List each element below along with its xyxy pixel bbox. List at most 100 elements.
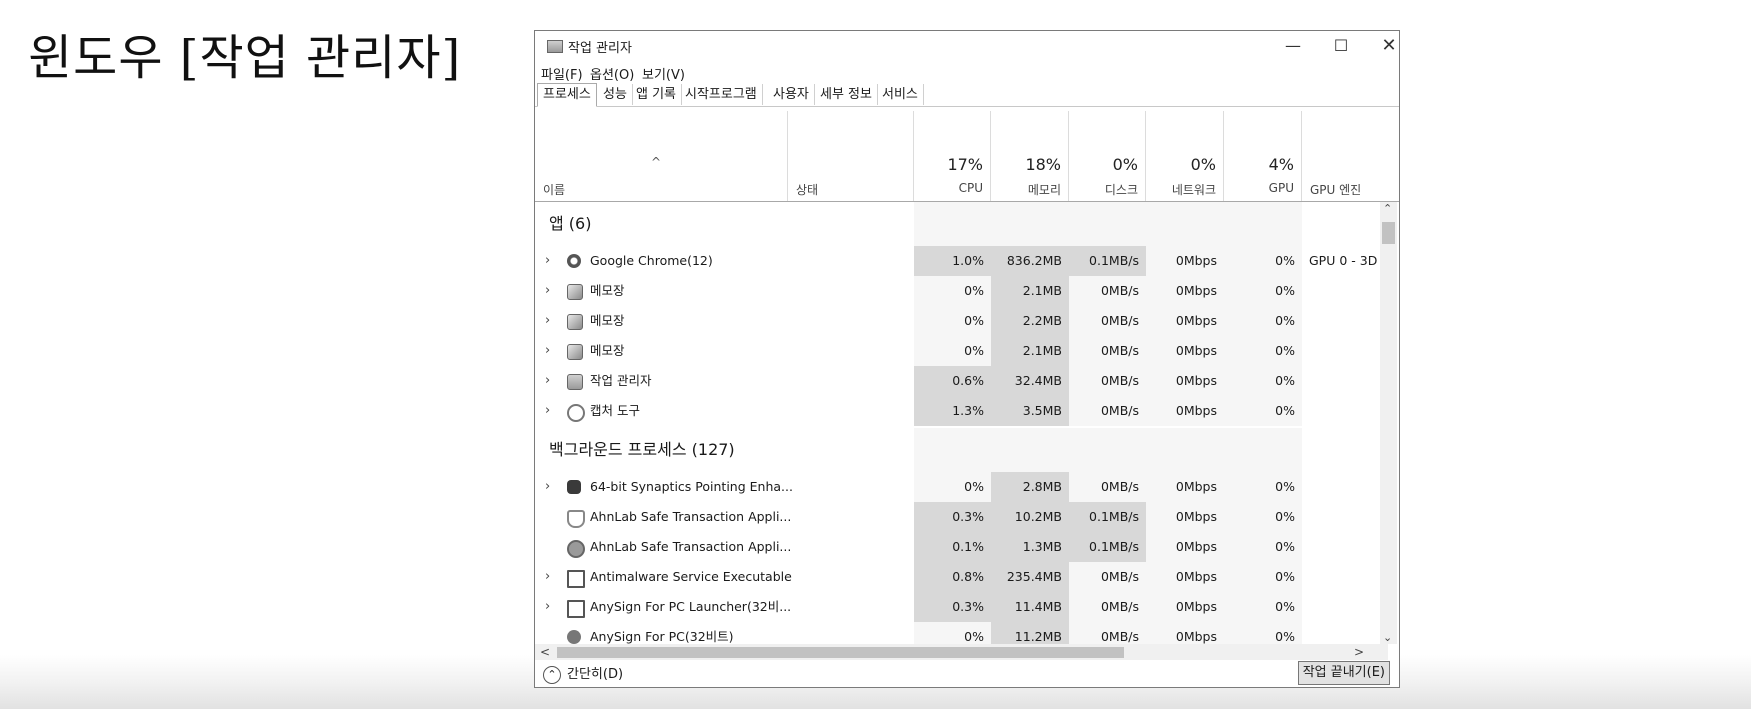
process-row[interactable]: AnySign For PC(32비트) 0% 11.2MB 0MB/s 0Mbps 0% [535,622,1388,644]
vertical-scroll-thumb[interactable] [1382,222,1395,244]
menu-view[interactable]: 보기(V) [638,63,689,84]
service-icon [567,600,585,618]
expand-chevron-icon[interactable]: › [545,472,550,502]
tab-app-history[interactable]: 앱 기록 [631,84,683,105]
expand-chevron-icon[interactable]: › [545,562,550,592]
gpu-total: 4% [1268,155,1294,174]
horizontal-scrollbar[interactable]: < > [535,644,1388,660]
gpu-cell: 0% [1224,472,1302,502]
process-row[interactable]: › 작업 관리자 0.6% 32.4MB 0MB/s 0Mbps 0% [535,366,1388,396]
scroll-down-icon[interactable]: ⌄ [1383,631,1392,644]
group-cell-bg [991,202,1069,246]
disk-cell: 0.1MB/s [1069,502,1146,532]
cpu-cell: 0% [914,472,991,502]
gpu-cell: 0% [1224,276,1302,306]
memory-cell: 11.4MB [991,592,1069,622]
expand-chevron-icon[interactable]: › [545,396,550,426]
col-status[interactable]: 상태 [788,111,914,201]
tab-processes[interactable]: 프로세스 [537,83,597,107]
col-gpu-engine[interactable]: GPU 엔진 [1302,111,1388,201]
process-name: 64-bit Synaptics Pointing Enha... [590,479,793,494]
process-row[interactable]: › 메모장 0% 2.2MB 0MB/s 0Mbps 0% [535,306,1388,336]
network-total: 0% [1190,155,1216,174]
gpu-engine-cell [1302,532,1388,562]
disk-cell: 0.1MB/s [1069,246,1146,276]
expand-chevron-icon[interactable]: › [545,276,550,306]
col-gpu[interactable]: 4% GPU [1224,111,1302,201]
process-row[interactable]: › Google Chrome(12) 1.0% 836.2MB 0.1MB/s 0Mbp… [535,246,1388,276]
vertical-scrollbar[interactable]: ⌃ ⌄ [1380,202,1397,644]
cpu-cell: 0% [914,336,991,366]
process-name: 메모장 [590,313,625,328]
col-memory[interactable]: 18% 메모리 [991,111,1069,201]
col-status-label: 상태 [796,183,819,197]
maximize-button[interactable]: ☐ [1319,33,1363,59]
scroll-left-icon[interactable]: < [540,644,550,660]
gear-shield-icon [567,540,585,558]
process-row[interactable]: › 메모장 0% 2.1MB 0MB/s 0Mbps 0% [535,276,1388,306]
expand-chevron-icon[interactable]: › [545,336,550,366]
gpu-cell: 0% [1224,502,1302,532]
tab-bar: 프로세스 성능 앱 기록 시작프로그램 사용자 세부 정보 서비스 [535,83,1399,107]
cpu-cell: 0.3% [914,592,991,622]
col-disk[interactable]: 0% 디스크 [1069,111,1146,201]
col-memory-label: 메모리 [1027,183,1061,197]
col-cpu[interactable]: 17% CPU [914,111,991,201]
process-row[interactable]: AhnLab Safe Transaction Appli... 0.1% 1.3M… [535,532,1388,562]
scroll-up-icon[interactable]: ⌃ [1383,202,1392,215]
end-task-button[interactable]: 작업 끝내기(E) [1297,661,1390,685]
col-network[interactable]: 0% 네트워크 [1146,111,1224,201]
tab-startup[interactable]: 시작프로그램 [680,84,763,105]
cpu-cell: 0% [914,276,991,306]
task-manager-icon [547,40,563,53]
process-name: 메모장 [590,343,625,358]
title-bar: 작업 관리자 — ☐ ✕ [535,31,1399,61]
group-title: 앱 (6) [549,214,592,233]
minimize-button[interactable]: — [1271,33,1315,59]
network-cell: 0Mbps [1146,622,1224,644]
snipping-tool-icon [567,404,585,422]
expand-chevron-icon[interactable]: › [545,366,550,396]
group-cell-bg [991,428,1069,472]
disk-cell: 0MB/s [1069,472,1146,502]
tab-details[interactable]: 세부 정보 [815,84,878,105]
gpu-cell: 0% [1224,306,1302,336]
horizontal-scroll-thumb[interactable] [557,647,1124,658]
process-row[interactable]: › 캡처 도구 1.3% 3.5MB 0MB/s 0Mbps 0% [535,396,1388,426]
process-row[interactable]: › 메모장 0% 2.1MB 0MB/s 0Mbps 0% [535,336,1388,366]
task-manager-icon [567,374,583,390]
notepad-icon [567,314,583,330]
disk-cell: 0MB/s [1069,276,1146,306]
expand-chevron-icon[interactable]: › [545,592,550,622]
network-cell: 0Mbps [1146,396,1224,426]
menu-file[interactable]: 파일(F) [537,63,587,84]
expand-chevron-icon[interactable]: › [545,246,550,276]
network-cell: 0Mbps [1146,592,1224,622]
scroll-right-icon[interactable]: > [1354,644,1364,660]
disk-total: 0% [1112,155,1138,174]
process-row[interactable]: AhnLab Safe Transaction Appli... 0.3% 10.2… [535,502,1388,532]
disk-cell: 0.1MB/s [1069,532,1146,562]
network-cell: 0Mbps [1146,336,1224,366]
process-name: AnySign For PC Launcher(32비... [590,599,792,614]
expand-chevron-icon[interactable]: › [545,306,550,336]
fewer-details-link[interactable]: ⌃ 간단히(D) [543,663,623,684]
menu-options[interactable]: 옵션(O) [586,63,638,84]
process-row[interactable]: › 64-bit Synaptics Pointing Enha... 0% 2.8M… [535,472,1388,502]
cpu-cell: 0.8% [914,562,991,592]
tab-users[interactable]: 사용자 [768,84,815,105]
close-button[interactable]: ✕ [1367,33,1411,59]
memory-cell: 235.4MB [991,562,1069,592]
tab-services[interactable]: 서비스 [877,84,924,105]
col-name[interactable]: ^ 이름 [535,111,788,201]
network-cell: 0Mbps [1146,276,1224,306]
process-name: 캡처 도구 [590,403,640,418]
column-header: ^ 이름 상태 17% CPU 18% 메모리 0% 디스크 0% 네트워크 4… [535,111,1399,202]
memory-cell: 1.3MB [991,532,1069,562]
task-manager-window: 작업 관리자 — ☐ ✕ 파일(F) 옵션(O) 보기(V) 프로세스 성능 앱… [534,30,1400,688]
process-row[interactable]: › Antimalware Service Executable 0.8% 235.4… [535,562,1388,592]
col-name-label: 이름 [543,183,566,197]
process-row[interactable]: › AnySign For PC Launcher(32비... 0.3% 11.4M… [535,592,1388,622]
tab-performance[interactable]: 성능 [598,84,633,105]
gpu-cell: 0% [1224,622,1302,644]
